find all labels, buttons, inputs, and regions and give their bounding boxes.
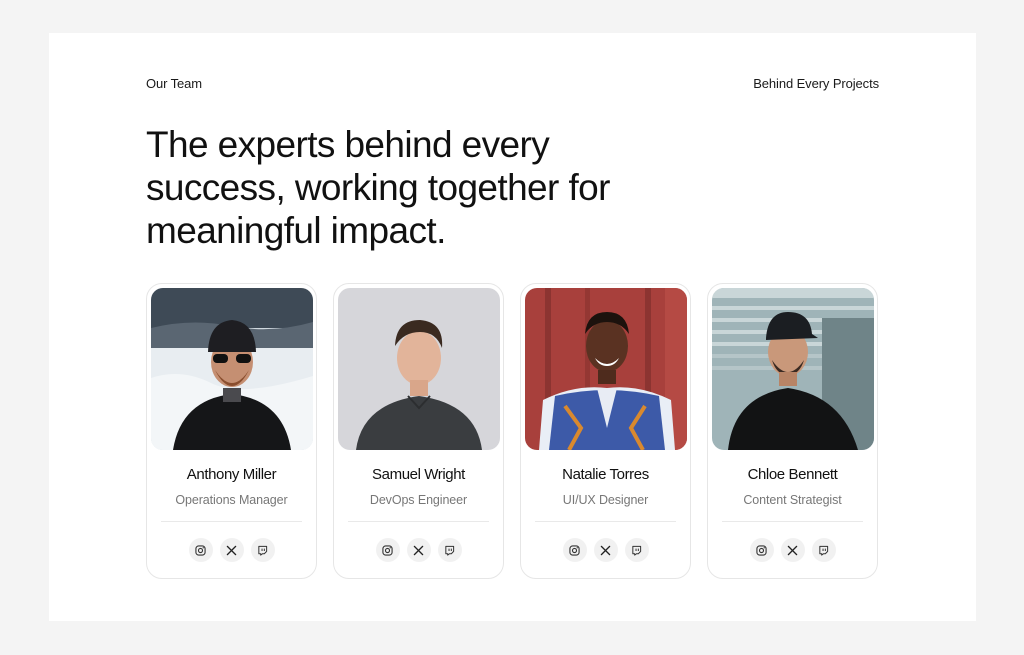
card-divider [161, 521, 302, 522]
x-icon[interactable] [780, 538, 805, 562]
team-card: Natalie Torres UI/UX Designer [520, 283, 691, 579]
section-tagline: Behind Every Projects [753, 76, 879, 91]
social-links [749, 538, 836, 562]
twitch-icon[interactable] [250, 538, 275, 562]
member-name: Anthony Miller [186, 466, 277, 483]
section-headline: The experts behind every success, workin… [146, 124, 610, 251]
team-section: Our Team Behind Every Projects The exper… [49, 33, 976, 621]
team-card: Chloe Bennett Content Strategist [707, 283, 878, 579]
member-role: Operations Manager [175, 493, 288, 507]
instagram-icon[interactable] [562, 538, 587, 562]
social-links [562, 538, 649, 562]
instagram-icon[interactable] [749, 538, 774, 562]
section-eyebrow: Our Team [146, 76, 203, 91]
x-icon[interactable] [219, 538, 244, 562]
team-card: Samuel Wright DevOps Engineer [333, 283, 504, 579]
card-divider [535, 521, 676, 522]
member-photo [711, 288, 874, 450]
card-divider [348, 521, 489, 522]
team-cards: Anthony Miller Operations Manager Samuel… [146, 283, 878, 579]
twitch-icon[interactable] [624, 538, 649, 562]
member-role: UI/UX Designer [562, 493, 649, 507]
social-links [188, 538, 275, 562]
member-photo [337, 288, 500, 450]
member-name: Natalie Torres [562, 466, 649, 483]
member-photo [524, 288, 687, 450]
member-name: Samuel Wright [372, 466, 465, 483]
team-card: Anthony Miller Operations Manager [146, 283, 317, 579]
twitch-icon[interactable] [437, 538, 462, 562]
member-name: Chloe Bennett [747, 466, 838, 483]
x-icon[interactable] [406, 538, 431, 562]
twitch-icon[interactable] [811, 538, 836, 562]
social-links [375, 538, 462, 562]
instagram-icon[interactable] [188, 538, 213, 562]
member-role: Content Strategist [743, 493, 842, 507]
instagram-icon[interactable] [375, 538, 400, 562]
card-divider [722, 521, 863, 522]
member-role: DevOps Engineer [369, 493, 468, 507]
member-photo [150, 288, 313, 450]
x-icon[interactable] [593, 538, 618, 562]
